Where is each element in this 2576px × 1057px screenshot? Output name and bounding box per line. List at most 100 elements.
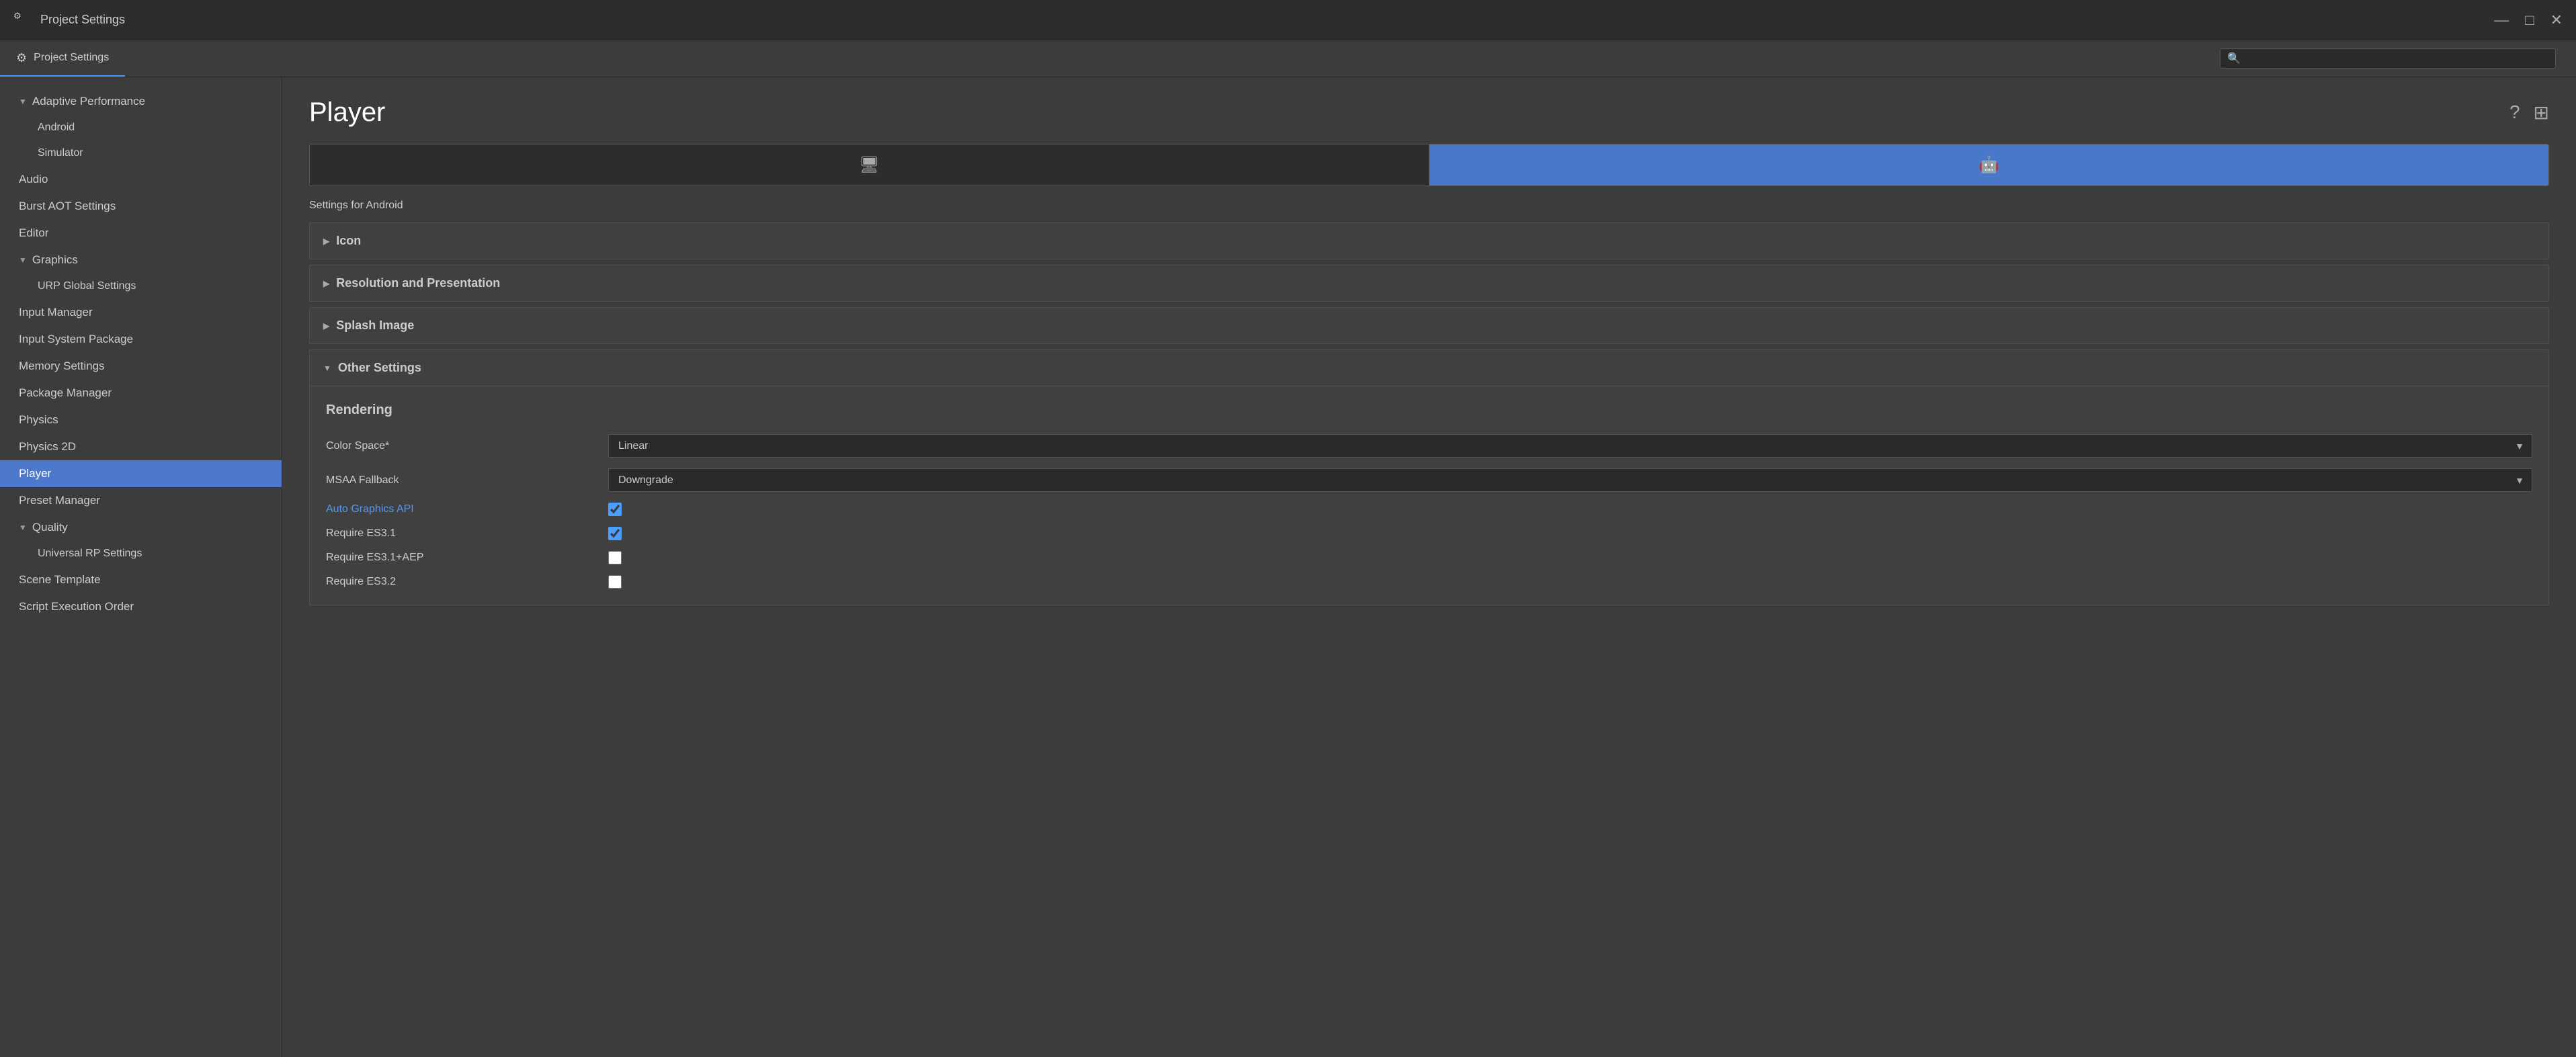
sidebar-item-label: Quality (32, 521, 68, 534)
search-icon: 🔍 (2227, 52, 2241, 65)
auto-graphics-api-checkbox-wrapper (608, 503, 2532, 516)
window-title: Project Settings (40, 13, 125, 27)
section-title: Resolution and Presentation (336, 276, 500, 290)
other-settings-header[interactable]: ▼ Other Settings (310, 350, 2548, 386)
window-controls: — □ ✕ (2494, 13, 2563, 28)
resolution-section-header[interactable]: ▶ Resolution and Presentation (310, 265, 2548, 301)
sidebar-item-burst-aot[interactable]: Burst AOT Settings (0, 193, 282, 220)
require-es31-aep-checkbox-wrapper (608, 551, 2532, 564)
project-settings-tab[interactable]: ⚙ Project Settings (0, 40, 125, 77)
color-space-dropdown[interactable]: Linear Gamma (608, 434, 2532, 458)
sidebar-item-memory-settings[interactable]: Memory Settings (0, 353, 282, 380)
android-icon: 🤖 (1979, 155, 1999, 175)
require-es32-row: Require ES3.2 (326, 570, 2532, 594)
require-es32-checkbox[interactable] (608, 575, 622, 589)
title-bar-left: ⚙ Project Settings (13, 11, 125, 30)
require-es31-checkbox-wrapper (608, 527, 2532, 540)
sidebar-item-editor[interactable]: Editor (0, 220, 282, 247)
auto-graphics-api-checkbox[interactable] (608, 503, 622, 516)
sidebar-item-label: Physics (19, 413, 58, 427)
sidebar-item-label: Input System Package (19, 333, 133, 346)
sidebar-item-label: Graphics (32, 253, 78, 267)
section-title: Other Settings (338, 361, 421, 375)
msaa-fallback-label: MSAA Fallback (326, 474, 608, 487)
msaa-fallback-dropdown[interactable]: Downgrade None (608, 468, 2532, 492)
app-icon: ⚙ (13, 11, 32, 30)
sidebar-item-simulator[interactable]: Simulator (0, 140, 282, 166)
sidebar-item-label: Script Execution Order (19, 600, 134, 614)
require-es31-aep-label: Require ES3.1+AEP (326, 552, 608, 564)
sidebar-item-label: Android (38, 122, 75, 134)
title-bar: ⚙ Project Settings — □ ✕ (0, 0, 2576, 40)
splash-section: ▶ Splash Image (309, 307, 2549, 344)
require-es31-label: Require ES3.1 (326, 527, 608, 540)
section-title: Splash Image (336, 319, 414, 333)
sidebar-item-quality[interactable]: ▼ Quality (0, 514, 282, 541)
sidebar-item-package-manager[interactable]: Package Manager (0, 380, 282, 407)
require-es31-aep-row: Require ES3.1+AEP (326, 546, 2532, 570)
sidebar-item-adaptive-performance[interactable]: ▼ Adaptive Performance (0, 88, 282, 115)
sidebar-item-label: Adaptive Performance (32, 95, 145, 108)
require-es32-value (608, 575, 2532, 589)
android-tab[interactable]: 🤖 (1429, 144, 2548, 185)
sidebar-item-physics[interactable]: Physics (0, 407, 282, 433)
sidebar-item-label: Package Manager (19, 386, 112, 400)
section-arrow: ▶ (323, 279, 329, 288)
layout-icon[interactable]: ⊞ (2534, 101, 2549, 124)
tab-bar: ⚙ Project Settings 🔍 (0, 40, 2576, 77)
sidebar-item-audio[interactable]: Audio (0, 166, 282, 193)
sidebar-item-label: Simulator (38, 147, 83, 159)
sidebar-item-android[interactable]: Android (0, 115, 282, 140)
color-space-label: Color Space* (326, 440, 608, 452)
splash-section-header[interactable]: ▶ Splash Image (310, 308, 2548, 343)
section-arrow: ▶ (323, 321, 329, 331)
color-space-row: Color Space* Linear Gamma ▼ (326, 429, 2532, 463)
require-es31-checkbox[interactable] (608, 527, 622, 540)
icon-section-header[interactable]: ▶ Icon (310, 223, 2548, 259)
close-button[interactable]: ✕ (2550, 13, 2563, 28)
sidebar-item-preset-manager[interactable]: Preset Manager (0, 487, 282, 514)
sidebar-item-input-system[interactable]: Input System Package (0, 326, 282, 353)
header-icons: ? ⊞ (2509, 101, 2549, 124)
sidebar: ▼ Adaptive Performance Android Simulator… (0, 77, 282, 1057)
sidebar-item-input-manager[interactable]: Input Manager (0, 299, 282, 326)
require-es31-aep-value (608, 551, 2532, 564)
sidebar-item-label: URP Global Settings (38, 280, 136, 292)
content-area: Player ? ⊞ 🖥 🤖 Settings for Android ▶ Ic… (282, 77, 2576, 1057)
sidebar-item-label: Input Manager (19, 306, 93, 319)
sidebar-item-universal-rp[interactable]: Universal RP Settings (0, 541, 282, 566)
sidebar-item-script-execution[interactable]: Script Execution Order (0, 593, 282, 620)
require-es32-checkbox-wrapper (608, 575, 2532, 589)
sidebar-item-scene-template[interactable]: Scene Template (0, 566, 282, 593)
expand-arrow: ▼ (19, 97, 27, 106)
content-header: Player ? ⊞ (309, 97, 2549, 128)
require-es31-row: Require ES3.1 (326, 521, 2532, 546)
expand-arrow: ▼ (19, 523, 27, 532)
sidebar-item-label: Player (19, 467, 51, 480)
other-settings-content: Rendering Color Space* Linear Gamma ▼ MS… (310, 386, 2548, 605)
gear-icon: ⚙ (16, 51, 27, 65)
maximize-button[interactable]: □ (2525, 13, 2534, 28)
sidebar-item-graphics[interactable]: ▼ Graphics (0, 247, 282, 273)
sidebar-item-player[interactable]: Player (0, 460, 282, 487)
minimize-button[interactable]: — (2494, 13, 2509, 28)
auto-graphics-api-value (608, 503, 2532, 516)
desktop-tab[interactable]: 🖥 (310, 144, 1429, 185)
sidebar-item-urp-global[interactable]: URP Global Settings (0, 273, 282, 299)
sidebar-item-physics-2d[interactable]: Physics 2D (0, 433, 282, 460)
section-arrow: ▶ (323, 237, 329, 246)
color-space-value: Linear Gamma ▼ (608, 434, 2532, 458)
sidebar-item-label: Preset Manager (19, 494, 100, 507)
auto-graphics-api-label[interactable]: Auto Graphics API (326, 503, 608, 515)
icon-section: ▶ Icon (309, 222, 2549, 259)
help-icon[interactable]: ? (2509, 101, 2520, 124)
page-title: Player (309, 97, 385, 128)
sidebar-item-label: Universal RP Settings (38, 548, 142, 560)
settings-for-label: Settings for Android (309, 200, 2549, 212)
search-bar: 🔍 (2220, 48, 2556, 69)
sidebar-item-label: Editor (19, 226, 48, 240)
msaa-fallback-value: Downgrade None ▼ (608, 468, 2532, 492)
require-es31-aep-checkbox[interactable] (608, 551, 622, 564)
search-input[interactable] (2246, 53, 2548, 64)
resolution-section: ▶ Resolution and Presentation (309, 265, 2549, 302)
